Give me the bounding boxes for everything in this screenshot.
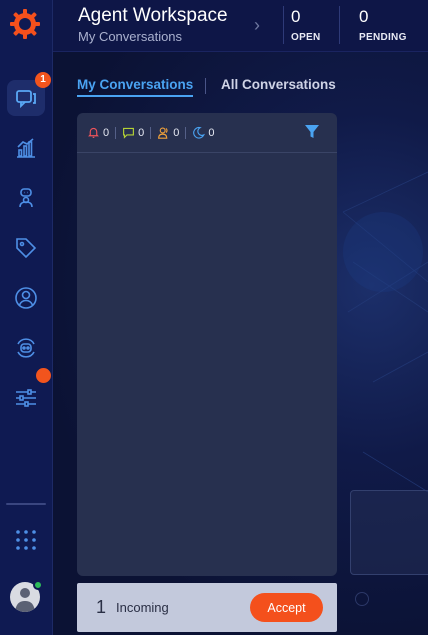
open-count: 0 xyxy=(291,7,301,26)
filter-waiting[interactable]: 0 xyxy=(157,126,179,139)
conversations-badge: 1 xyxy=(35,72,51,88)
accept-button[interactable]: Accept xyxy=(250,593,323,622)
filter-icon[interactable] xyxy=(304,124,320,140)
sidebar-item-apps[interactable] xyxy=(7,522,45,558)
pending-label: PENDING xyxy=(359,32,407,43)
sidebar: 1 xyxy=(0,0,53,635)
message-icon xyxy=(123,127,135,139)
sidebar-item-agents[interactable] xyxy=(7,180,45,216)
sidebar-item-contacts[interactable] xyxy=(7,280,45,316)
tag-icon xyxy=(16,238,37,259)
unread-count: 0 xyxy=(138,126,145,139)
incoming-bar: 1 Incoming Accept xyxy=(77,583,337,632)
chat-bubbles-icon xyxy=(16,90,36,109)
filter-separator xyxy=(150,126,152,139)
sidebar-item-tags[interactable] xyxy=(7,230,45,266)
filter-separator xyxy=(185,126,187,139)
contact-icon xyxy=(15,287,37,309)
filter-separator xyxy=(115,126,117,139)
conversation-list-panel: 0 0 0 0 xyxy=(77,113,337,576)
sliders-icon xyxy=(16,389,36,407)
background-circle xyxy=(355,592,369,606)
filter-snoozed[interactable]: 0 xyxy=(192,126,215,139)
bell-icon xyxy=(88,127,99,138)
sidebar-item-bots[interactable] xyxy=(7,330,45,366)
waiting-count: 0 xyxy=(173,126,180,139)
analytics-icon xyxy=(17,138,35,158)
background-card xyxy=(350,490,428,575)
filter-bar: 0 0 0 0 xyxy=(77,113,337,153)
snoozed-count: 0 xyxy=(208,126,215,139)
moon-icon xyxy=(193,126,206,139)
users-icon xyxy=(158,127,168,139)
sidebar-item-analytics[interactable] xyxy=(7,130,45,166)
alerts-count: 0 xyxy=(103,126,110,139)
chevron-right-icon: › xyxy=(254,15,260,35)
tab-separator xyxy=(205,78,206,94)
breadcrumb: My Conversations xyxy=(78,29,183,44)
online-status-indicator xyxy=(33,580,43,590)
brand-logo-icon[interactable] xyxy=(9,8,41,40)
incoming-label: Incoming xyxy=(116,600,169,615)
tab-all-conversations[interactable]: All Conversations xyxy=(221,77,336,92)
bot-icon xyxy=(17,338,35,358)
sidebar-divider xyxy=(6,503,46,505)
sidebar-item-settings[interactable] xyxy=(7,368,51,416)
page-title: Agent Workspace xyxy=(78,5,228,26)
grid-dots-icon xyxy=(16,530,36,550)
header-divider xyxy=(339,6,340,44)
sidebar-item-conversations[interactable]: 1 xyxy=(7,72,51,116)
tab-my-conversations[interactable]: My Conversations xyxy=(77,77,194,97)
incoming-count: 1 xyxy=(96,597,107,617)
settings-notification-dot xyxy=(36,368,51,383)
pending-count: 0 xyxy=(359,7,369,26)
workspace-header: Agent Workspace My Conversations › 0 OPE… xyxy=(53,0,428,52)
open-label: OPEN xyxy=(291,32,321,43)
agent-icon xyxy=(19,188,33,208)
filter-alerts[interactable]: 0 xyxy=(87,126,109,139)
header-divider xyxy=(283,6,284,44)
filter-unread[interactable]: 0 xyxy=(122,126,144,139)
